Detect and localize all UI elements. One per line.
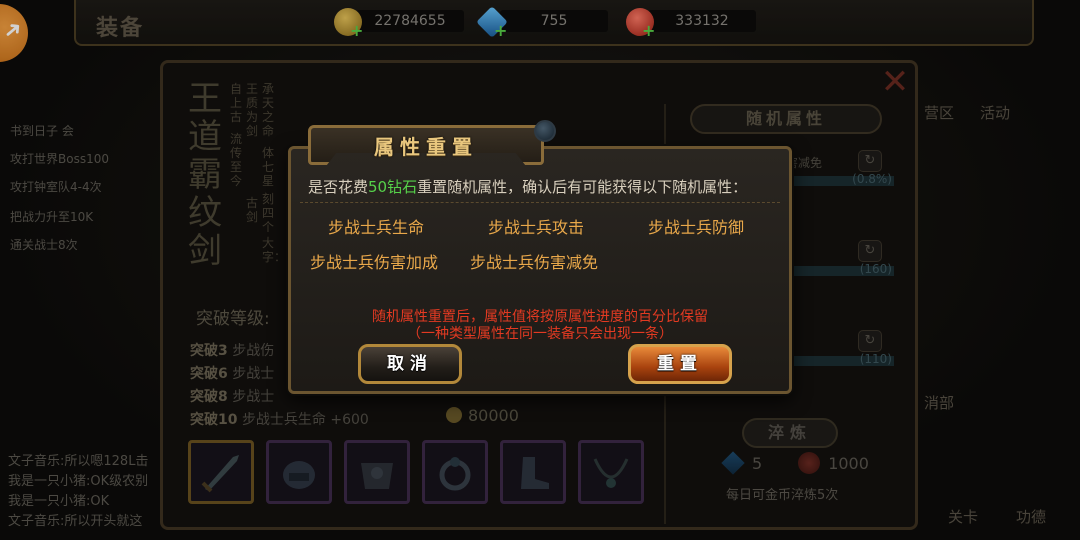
dialog-header: 属性重置 (308, 125, 544, 165)
attribute-option: 步战士兵生命 (328, 218, 425, 237)
reset-notice-sub: （一种类型属性在同一装备只会出现一条） (407, 326, 673, 342)
prompt-suffix: 重置随机属性，确认后有可能获得以下随机属性： (417, 178, 748, 196)
attribute-option: 步战士兵攻击 (488, 218, 585, 237)
prompt-prefix: 是否花费 (308, 178, 369, 196)
reset-button[interactable]: 重置 (628, 344, 732, 384)
dialog-prompt: 是否花费50钻石重置随机属性，确认后有可能获得以下随机属性： (308, 176, 747, 197)
orb-icon (534, 120, 556, 142)
attribute-option: 步战士兵伤害减免 (470, 253, 599, 272)
attribute-option: 步战士兵防御 (648, 218, 745, 237)
prompt-cost: 50钻石 (368, 178, 418, 196)
dialog-title: 属性重置 (374, 135, 478, 159)
cancel-button[interactable]: 取消 (358, 344, 462, 384)
attribute-option: 步战士兵伤害加成 (310, 253, 439, 272)
divider (300, 202, 780, 203)
